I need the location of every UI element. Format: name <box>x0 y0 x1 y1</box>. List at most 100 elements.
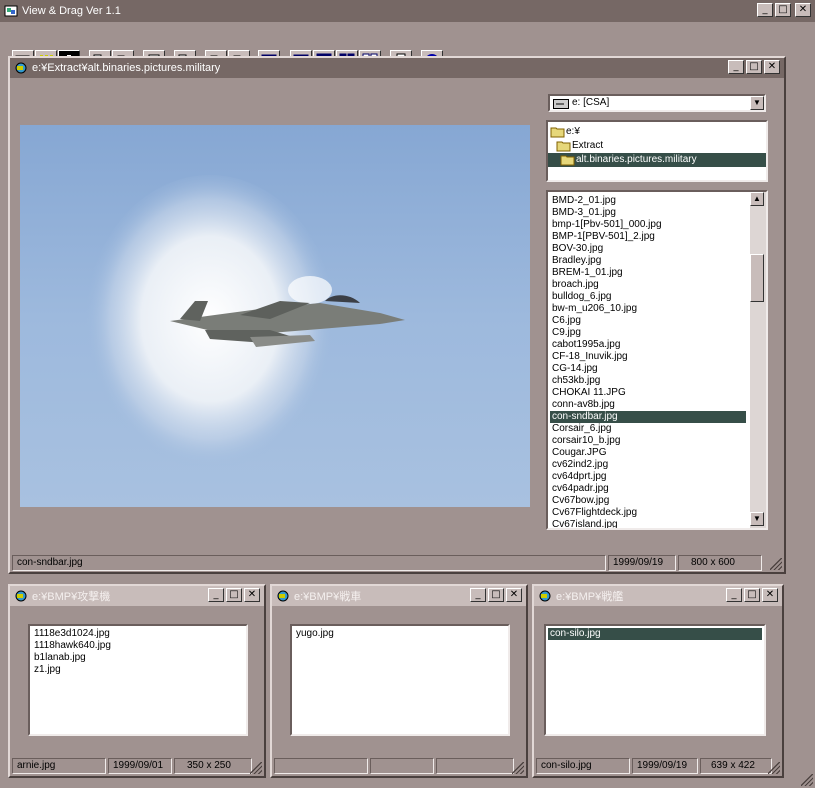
list-item[interactable]: cv64padr.jpg <box>550 483 746 495</box>
open-folder-icon <box>556 141 571 152</box>
list-item[interactable]: BMD-2_01.jpg <box>550 195 746 207</box>
list-item[interactable]: corsair10_b.jpg <box>550 435 746 447</box>
folder-label: Extract <box>572 140 604 151</box>
list-item[interactable]: bulldog_6.jpg <box>550 291 746 303</box>
file-list[interactable]: BMD-2_01.jpg BMD-3_01.jpg bmp-1[Pbv-501]_0… <box>546 190 768 530</box>
sub-window-3: e:¥BMP¥戦艦 _ □ ✕ con-silo.jpg con-silo.jp… <box>532 584 784 778</box>
status-date: 1999/09/19 <box>632 758 698 774</box>
list-item[interactable]: broach.jpg <box>550 279 746 291</box>
list-item[interactable]: Cv67bow.jpg <box>550 495 746 507</box>
resize-grip[interactable] <box>512 762 524 774</box>
list-item[interactable]: 1118e3d1024.jpg <box>32 628 244 640</box>
list-item[interactable]: CF-18_Inuvik.jpg <box>550 351 746 363</box>
open-folder-icon <box>560 155 575 166</box>
window-icon <box>277 590 289 602</box>
main-window-title-bar[interactable]: e:¥Extract¥alt.binaries.pictures.militar… <box>10 58 784 78</box>
sub-window-3-status-bar: con-silo.jpg 1999/09/19 639 x 422 <box>536 758 780 774</box>
list-item[interactable]: yugo.jpg <box>294 628 506 640</box>
status-date: 1999/09/19 <box>608 555 676 571</box>
scroll-thumb[interactable] <box>750 254 764 302</box>
window-icon <box>15 590 27 602</box>
image-preview[interactable] <box>20 125 530 507</box>
main-window-title: e:¥Extract¥alt.binaries.pictures.militar… <box>32 62 221 74</box>
list-item[interactable]: conn-av8b.jpg <box>550 399 746 411</box>
list-item[interactable]: Cv67Flightdeck.jpg <box>550 507 746 519</box>
list-item[interactable]: cv64dprt.jpg <box>550 471 746 483</box>
sub-window-1-file-list[interactable]: 1118e3d1024.jpg 1118hawk640.jpg b1lanab.… <box>28 624 248 736</box>
minimize-button[interactable]: _ <box>726 588 742 602</box>
sub-window-2-file-list[interactable]: yugo.jpg <box>290 624 510 736</box>
status-filename: con-sndbar.jpg <box>12 555 606 571</box>
status-size <box>436 758 514 774</box>
list-item[interactable]: b1lanab.jpg <box>32 652 244 664</box>
list-item[interactable]: CG-14.jpg <box>550 363 746 375</box>
folder-item-extract[interactable]: Extract <box>548 139 766 153</box>
list-item[interactable]: CHOKAI 11.JPG <box>550 387 746 399</box>
sub-window-3-title-bar[interactable]: e:¥BMP¥戦艦 _ □ ✕ <box>534 586 782 606</box>
list-item[interactable]: bw-m_u206_10.jpg <box>550 303 746 315</box>
app-title-bar[interactable]: View & Drag Ver 1.1 _ □ ✕ <box>0 0 815 22</box>
main-folder-window: e:¥Extract¥alt.binaries.pictures.militar… <box>8 56 786 574</box>
status-filename: con-silo.jpg <box>536 758 630 774</box>
list-item-selected[interactable]: con-silo.jpg <box>548 628 762 640</box>
minimize-button[interactable]: _ <box>208 588 224 602</box>
list-item[interactable]: cv62ind2.jpg <box>550 459 746 471</box>
status-size: 350 x 250 <box>174 758 252 774</box>
toolbar: ? <box>0 22 815 72</box>
folder-item-selected[interactable]: alt.binaries.pictures.military <box>548 153 766 167</box>
resize-grip[interactable] <box>250 762 262 774</box>
list-item[interactable]: BMD-3_01.jpg <box>550 207 746 219</box>
resize-grip[interactable] <box>770 558 782 570</box>
scroll-up-button[interactable]: ▲ <box>750 192 764 206</box>
list-item[interactable]: cabot1995a.jpg <box>550 339 746 351</box>
drive-select[interactable]: e: [CSA] ▼ <box>548 94 766 112</box>
maximize-button[interactable]: □ <box>226 588 242 602</box>
main-close-button[interactable]: ✕ <box>764 60 780 74</box>
sub-window-3-file-list[interactable]: con-silo.jpg <box>544 624 766 736</box>
folder-label: e:¥ <box>566 126 580 137</box>
list-item[interactable]: BREM-1_01.jpg <box>550 267 746 279</box>
status-filename: arnie.jpg <box>12 758 106 774</box>
list-item[interactable]: ch53kb.jpg <box>550 375 746 387</box>
list-item[interactable]: BOV-30.jpg <box>550 243 746 255</box>
sub-window-2-title: e:¥BMP¥戦車 <box>294 591 362 603</box>
list-item[interactable]: 1118hawk640.jpg <box>32 640 244 652</box>
app-close-button[interactable]: ✕ <box>795 3 811 17</box>
file-list-scrollbar[interactable]: ▲ ▼ <box>750 192 766 528</box>
list-item[interactable]: Corsair_6.jpg <box>550 423 746 435</box>
status-size: 639 x 422 <box>700 758 772 774</box>
sub-window-1-title: e:¥BMP¥攻撃機 <box>32 591 111 603</box>
list-item[interactable]: z1.jpg <box>32 664 244 676</box>
main-maximize-button[interactable]: □ <box>746 60 762 74</box>
minimize-button[interactable]: _ <box>470 588 486 602</box>
maximize-button[interactable]: □ <box>488 588 504 602</box>
app-title: View & Drag Ver 1.1 <box>22 5 121 17</box>
list-item[interactable]: C6.jpg <box>550 315 746 327</box>
list-item[interactable]: bmp-1[Pbv-501]_000.jpg <box>550 219 746 231</box>
app-maximize-button[interactable]: □ <box>775 3 791 17</box>
drive-icon <box>553 99 569 109</box>
main-minimize-button[interactable]: _ <box>728 60 744 74</box>
list-item-selected[interactable]: con-sndbar.jpg <box>550 411 746 423</box>
close-button[interactable]: ✕ <box>506 588 522 602</box>
app-minimize-button[interactable]: _ <box>757 3 773 17</box>
scroll-down-button[interactable]: ▼ <box>750 512 764 526</box>
window-icon <box>539 590 551 602</box>
list-item[interactable]: C9.jpg <box>550 327 746 339</box>
sub-window-1-title-bar[interactable]: e:¥BMP¥攻撃機 _ □ ✕ <box>10 586 264 606</box>
list-item[interactable]: BMP-1[PBV-501]_2.jpg <box>550 231 746 243</box>
close-button[interactable]: ✕ <box>244 588 260 602</box>
close-button[interactable]: ✕ <box>762 588 778 602</box>
chevron-down-icon[interactable]: ▼ <box>750 96 764 110</box>
list-item[interactable]: Cv67island.jpg <box>550 519 746 528</box>
resize-grip[interactable] <box>768 762 780 774</box>
app-icon <box>4 5 18 17</box>
app-resize-grip[interactable] <box>801 774 813 786</box>
folder-tree[interactable]: e:¥ Extract alt.binaries.pictures.milita… <box>546 120 768 182</box>
sub-window-2-title-bar[interactable]: e:¥BMP¥戦車 _ □ ✕ <box>272 586 526 606</box>
maximize-button[interactable]: □ <box>744 588 760 602</box>
list-item[interactable]: Cougar.JPG <box>550 447 746 459</box>
open-folder-icon <box>550 127 565 138</box>
list-item[interactable]: Bradley.jpg <box>550 255 746 267</box>
folder-item-root[interactable]: e:¥ <box>548 125 766 139</box>
